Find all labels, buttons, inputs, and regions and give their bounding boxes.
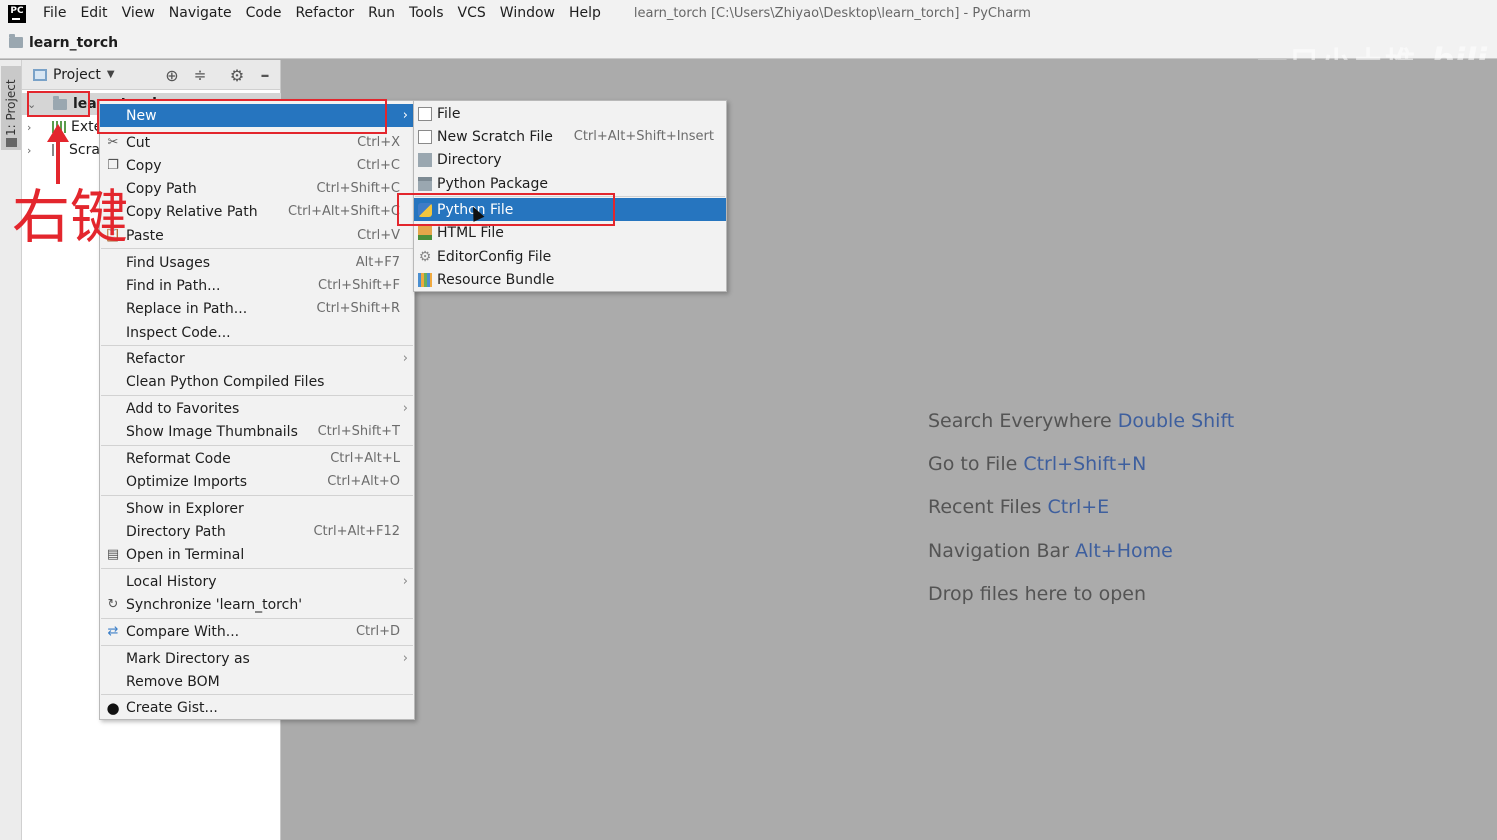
- annotation-box-root-folder: [27, 91, 90, 117]
- chevron-right-icon[interactable]: ›: [27, 121, 39, 134]
- menu-vcs[interactable]: VCS: [451, 0, 493, 27]
- submenu-item-new-scratch-file[interactable]: New Scratch File Ctrl+Alt+Shift+Insert: [414, 125, 726, 148]
- html-file-icon: [418, 225, 432, 240]
- submenu-item-file[interactable]: File: [414, 102, 726, 125]
- menu-run[interactable]: Run: [361, 0, 402, 27]
- folder-icon: [9, 34, 23, 48]
- hint-search-everywhere: Search Everywhere Double Shift: [928, 410, 1235, 432]
- annotation-arrow-shaft: [56, 138, 60, 184]
- breadcrumb-project[interactable]: learn_torch: [29, 35, 118, 51]
- menu-tools[interactable]: Tools: [402, 0, 451, 27]
- menu-item-find-in-path[interactable]: Find in Path... Ctrl+Shift+F: [100, 274, 414, 297]
- menu-edit[interactable]: Edit: [73, 0, 114, 27]
- menu-bar: PC File Edit View Navigate Code Refactor…: [0, 0, 1497, 27]
- menu-item-reformat-code[interactable]: Reformat Code Ctrl+Alt+L: [100, 447, 414, 470]
- menu-navigate[interactable]: Navigate: [162, 0, 239, 27]
- menu-view[interactable]: View: [115, 0, 162, 27]
- annotation-box-new: [97, 99, 387, 134]
- menu-separator: [101, 645, 413, 646]
- pycharm-logo-icon: PC: [8, 4, 26, 23]
- menu-file[interactable]: File: [36, 0, 73, 27]
- menu-separator: [101, 568, 413, 569]
- menu-item-copy[interactable]: ❐ Copy Ctrl+C: [100, 154, 414, 177]
- menu-item-show-in-explorer[interactable]: Show in Explorer: [100, 497, 414, 520]
- menu-item-mark-directory-as[interactable]: Mark Directory as ›: [100, 647, 414, 670]
- submenu-item-directory[interactable]: Directory: [414, 148, 726, 171]
- chevron-right-icon[interactable]: ›: [27, 144, 39, 157]
- chevron-right-icon: ›: [402, 401, 408, 416]
- menu-item-cut[interactable]: ✂ Cut Ctrl+X: [100, 131, 414, 154]
- menu-separator: [101, 345, 413, 346]
- minimize-icon[interactable]: –: [255, 65, 275, 86]
- menu-item-inspect-code[interactable]: Inspect Code...: [100, 321, 414, 344]
- project-view-icon: [33, 68, 47, 81]
- file-icon: [418, 106, 432, 121]
- menu-item-synchronize[interactable]: ↻ Synchronize 'learn_torch': [100, 593, 414, 616]
- scissors-icon: ✂: [107, 135, 119, 150]
- terminal-icon: ▤: [106, 547, 120, 562]
- menu-item-compare-with[interactable]: ⇄ Compare With... Ctrl+D: [100, 620, 414, 643]
- menu-item-clean-python-compiled[interactable]: Clean Python Compiled Files: [100, 370, 414, 393]
- menu-separator: [101, 248, 413, 249]
- menu-item-copy-path[interactable]: Copy Path Ctrl+Shift+C: [100, 177, 414, 200]
- gear-icon[interactable]: ⚙: [227, 65, 247, 85]
- hint-go-to-file: Go to File Ctrl+Shift+N: [928, 453, 1147, 475]
- folder-icon: [6, 138, 17, 147]
- chevron-right-icon: ›: [402, 108, 408, 123]
- menu-item-remove-bom[interactable]: Remove BOM: [100, 670, 414, 693]
- left-tool-stripe: 1: Project: [0, 60, 22, 840]
- menu-item-paste[interactable]: 📋 Paste Ctrl+V: [100, 224, 414, 247]
- collapse-all-icon[interactable]: ≑: [190, 65, 210, 85]
- project-tool-label: 1: Project: [4, 79, 18, 136]
- annotation-text: 右键: [12, 183, 129, 251]
- menu-help[interactable]: Help: [562, 0, 608, 27]
- window-title: learn_torch [C:\Users\Zhiyao\Desktop\lea…: [633, 6, 1031, 21]
- menu-item-optimize-imports[interactable]: Optimize Imports Ctrl+Alt+O: [100, 470, 414, 493]
- project-tool-window-button[interactable]: 1: Project: [1, 66, 21, 150]
- context-menu: New › ✂ Cut Ctrl+X ❐ Copy Ctrl+C Copy Pa…: [99, 100, 415, 720]
- annotation-box-python-file: [397, 193, 615, 226]
- scratch-file-icon: [418, 129, 432, 144]
- project-view-selector[interactable]: Project: [53, 67, 101, 83]
- menu-window[interactable]: Window: [493, 0, 562, 27]
- menu-item-replace-in-path[interactable]: Replace in Path... Ctrl+Shift+R: [100, 297, 414, 320]
- submenu-item-editorconfig-file[interactable]: ⚙ EditorConfig File: [414, 245, 726, 268]
- menu-item-find-usages[interactable]: Find Usages Alt+F7: [100, 251, 414, 274]
- resource-bundle-icon: [418, 272, 432, 287]
- python-package-icon: [418, 176, 432, 191]
- menu-item-refactor[interactable]: Refactor ›: [100, 347, 414, 370]
- menu-item-open-in-terminal[interactable]: ▤ Open in Terminal: [100, 543, 414, 566]
- copy-icon: ❐: [107, 158, 119, 173]
- hint-drop-files: Drop files here to open: [928, 583, 1147, 605]
- hint-navigation-bar: Navigation Bar Alt+Home: [928, 540, 1173, 562]
- chevron-down-icon[interactable]: ▼: [107, 69, 115, 80]
- chevron-right-icon: ›: [402, 651, 408, 666]
- menu-separator: [101, 395, 413, 396]
- github-icon: ●: [106, 698, 120, 717]
- submenu-item-python-package[interactable]: Python Package: [414, 172, 726, 195]
- menu-separator: [101, 618, 413, 619]
- directory-icon: [418, 152, 432, 167]
- compare-icon: ⇄: [107, 624, 119, 639]
- menu-item-copy-relative-path[interactable]: Copy Relative Path Ctrl+Alt+Shift+C: [100, 200, 414, 223]
- hint-recent-files: Recent Files Ctrl+E: [928, 496, 1110, 518]
- project-panel-header: Project ▼ ⊕ ≑ ⚙ –: [22, 60, 280, 90]
- submenu-item-resource-bundle[interactable]: Resource Bundle: [414, 268, 726, 291]
- menu-item-create-gist[interactable]: ● Create Gist...: [100, 696, 414, 719]
- menu-separator: [101, 694, 413, 695]
- locate-icon[interactable]: ⊕: [162, 65, 182, 85]
- sync-icon: ↻: [107, 597, 119, 612]
- menu-refactor[interactable]: Refactor: [288, 0, 361, 27]
- menu-item-directory-path[interactable]: Directory Path Ctrl+Alt+F12: [100, 520, 414, 543]
- menu-separator: [101, 445, 413, 446]
- menu-item-add-to-favorites[interactable]: Add to Favorites ›: [100, 397, 414, 420]
- chevron-right-icon: ›: [402, 574, 408, 589]
- editorconfig-icon: ⚙: [418, 248, 432, 265]
- menu-item-local-history[interactable]: Local History ›: [100, 570, 414, 593]
- menu-item-show-image-thumbnails[interactable]: Show Image Thumbnails Ctrl+Shift+T: [100, 420, 414, 443]
- chevron-right-icon: ›: [402, 351, 408, 366]
- menu-code[interactable]: Code: [239, 0, 289, 27]
- menu-separator: [101, 495, 413, 496]
